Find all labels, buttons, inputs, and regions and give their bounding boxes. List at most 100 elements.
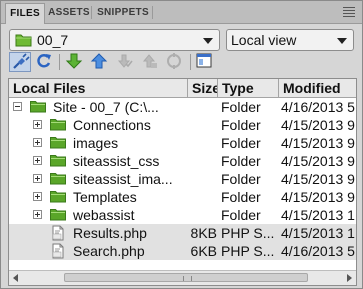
folder-row[interactable]: Templates Folder 4/15/2013 9	[9, 188, 356, 206]
file-size	[189, 134, 217, 152]
file-name: siteassist_css	[73, 153, 160, 169]
file-size	[189, 170, 217, 188]
file-name: images	[73, 135, 119, 151]
synchronize-button[interactable]	[164, 52, 186, 72]
connect-button[interactable]	[9, 52, 31, 72]
file-name: Search.php	[73, 243, 145, 259]
file-modified: 4/16/2013 5	[281, 243, 355, 259]
file-name: webassist	[73, 207, 135, 223]
folder-row[interactable]: siteassist_css Folder 4/15/2013 9	[9, 152, 356, 170]
site-select-value: 00_7	[37, 32, 69, 48]
chevron-down-icon	[203, 38, 213, 44]
file-modified: 4/15/2013 9	[281, 171, 355, 187]
folder-row[interactable]: Connections Folder 4/15/2013 9	[9, 116, 356, 134]
expand-icon[interactable]	[33, 138, 42, 147]
folder-row[interactable]: webassist Folder 4/15/2013 1	[9, 206, 356, 224]
files-toolbar	[9, 52, 359, 74]
php-file-icon	[52, 225, 64, 241]
folder-row[interactable]: images Folder 4/15/2013 9	[9, 134, 356, 152]
file-modified: 4/15/2013 9	[281, 117, 355, 133]
file-type: Folder	[221, 117, 261, 133]
file-modified: 4/15/2013 9	[281, 153, 355, 169]
file-type: PHP S...	[221, 243, 275, 259]
horizontal-scrollbar[interactable]	[9, 270, 356, 285]
scroll-right-icon[interactable]	[347, 274, 352, 282]
file-row[interactable]: Results.php 8KB PHP S... 4/15/2013 1	[9, 224, 356, 242]
view-select[interactable]: Local view	[226, 29, 354, 51]
synchronize-icon	[167, 53, 181, 69]
file-modified: 4/15/2013 1	[281, 207, 355, 223]
get-files-icon	[65, 53, 83, 69]
file-size	[189, 116, 217, 134]
get-files-button[interactable]	[64, 52, 86, 72]
toolbar-divider	[190, 54, 191, 70]
file-size: 8KB	[190, 225, 217, 241]
column-header-type[interactable]: Type	[218, 79, 279, 97]
files-panel: FILES ASSETS SNIPPETS 00_7 Local view Lo…	[0, 0, 363, 289]
file-modified: 4/16/2013 5	[281, 99, 355, 115]
site-select[interactable]: 00_7	[9, 29, 220, 51]
connect-icon	[13, 53, 30, 69]
site-root-row[interactable]: Site - 00_7 (C:\... Folder 4/16/2013 5	[9, 98, 356, 116]
file-size	[189, 188, 217, 206]
file-list-header: Local Files Size Type Modified	[9, 79, 356, 98]
column-header-name[interactable]: Local Files	[9, 79, 188, 97]
folder-icon	[50, 137, 66, 149]
collapse-icon[interactable]	[13, 102, 22, 111]
toolbar-divider	[59, 54, 60, 70]
folder-icon	[50, 173, 66, 185]
column-header-size[interactable]: Size	[188, 79, 218, 97]
expand-icon	[196, 53, 212, 68]
tab-divider	[152, 6, 153, 19]
site-folder-icon	[15, 34, 32, 47]
file-size	[189, 206, 217, 224]
folder-icon	[50, 191, 66, 203]
view-select-value: Local view	[231, 32, 297, 48]
file-row[interactable]: Search.php 6KB PHP S... 4/16/2013 5	[9, 242, 356, 260]
file-name: siteassist_ima...	[73, 171, 173, 187]
scroll-left-icon[interactable]	[13, 274, 18, 282]
file-name: Templates	[73, 189, 137, 205]
file-type: Folder	[221, 189, 261, 205]
php-file-icon	[52, 243, 64, 259]
file-type: Folder	[221, 207, 261, 223]
expand-icon[interactable]	[33, 174, 42, 183]
expand-icon[interactable]	[33, 120, 42, 129]
site-folder-icon	[30, 101, 46, 113]
tab-divider	[91, 6, 92, 19]
panel-tab-bar: FILES ASSETS SNIPPETS	[1, 1, 362, 24]
refresh-button[interactable]	[34, 52, 56, 72]
panel-options-menu-icon[interactable]	[342, 5, 356, 19]
file-type: Folder	[221, 99, 261, 115]
file-modified: 4/15/2013 1	[281, 225, 355, 241]
chevron-down-icon	[337, 38, 347, 44]
file-type: Folder	[221, 153, 261, 169]
expand-icon[interactable]	[33, 156, 42, 165]
column-header-modified[interactable]: Modified	[279, 79, 356, 97]
put-files-button[interactable]	[89, 52, 111, 72]
file-type: PHP S...	[221, 225, 275, 241]
folder-icon	[50, 209, 66, 221]
file-list: Local Files Size Type Modified Site - 00…	[8, 78, 357, 286]
expand-icon[interactable]	[33, 192, 42, 201]
file-modified: 4/15/2013 9	[281, 135, 355, 151]
tab-snippets[interactable]: SNIPPETS	[94, 3, 152, 22]
file-type: Folder	[221, 171, 261, 187]
folder-icon	[50, 155, 66, 167]
file-name: Results.php	[73, 225, 147, 241]
expand-icon[interactable]	[33, 210, 42, 219]
check-in-button[interactable]	[139, 52, 161, 72]
file-modified: 4/15/2013 9	[281, 189, 355, 205]
check-out-icon	[117, 54, 133, 68]
file-size	[189, 98, 217, 116]
file-type: Folder	[221, 135, 261, 151]
tab-assets[interactable]: ASSETS	[47, 3, 91, 22]
tab-files[interactable]: FILES	[5, 3, 45, 24]
file-name: Connections	[73, 117, 151, 133]
check-out-button[interactable]	[114, 52, 136, 72]
expand-button[interactable]	[194, 52, 216, 72]
file-size	[189, 152, 217, 170]
put-files-icon	[90, 53, 108, 69]
folder-row[interactable]: siteassist_ima... Folder 4/15/2013 9	[9, 170, 356, 188]
scrollbar-thumb[interactable]	[64, 273, 308, 282]
